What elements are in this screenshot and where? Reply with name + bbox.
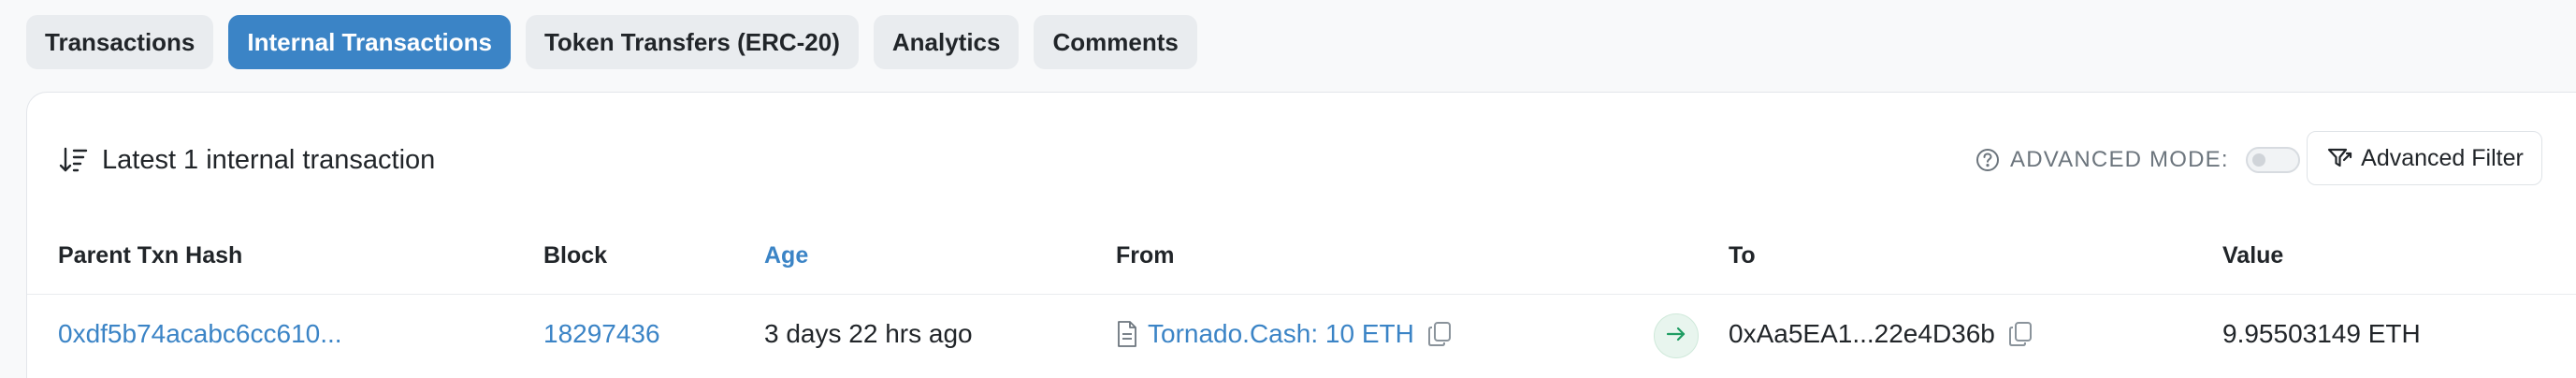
document-icon [1116,320,1140,348]
column-header-to: To [1729,242,1756,269]
card-title: Latest 1 internal transaction [102,144,436,175]
advanced-filter-label: Advanced Filter [2361,144,2524,171]
value-cell: 9.95503149 ETH [2222,319,2421,348]
column-header-from: From [1116,242,1175,269]
direction-badge [1654,313,1699,358]
from-address-link[interactable]: Tornado.Cash: 10 ETH [1148,319,1414,349]
column-header-parent-txn-hash: Parent Txn Hash [58,242,243,269]
advanced-filter-button[interactable]: Advanced Filter [2307,131,2542,185]
tab-token-transfers[interactable]: Token Transfers (ERC-20) [525,15,859,69]
filter-icon [2325,144,2353,172]
advanced-mode-control: ADVANCED MODE: [1975,141,2300,179]
column-header-value: Value [2222,242,2284,269]
block-number-link[interactable]: 18297436 [543,315,660,353]
tab-analytics[interactable]: Analytics [873,15,1020,69]
copy-icon[interactable] [2006,320,2034,348]
question-circle-icon[interactable] [1975,147,2001,173]
parent-txn-hash-link[interactable]: 0xdf5b74acabc6cc610... [58,315,342,353]
column-header-block: Block [543,242,608,269]
toggle-knob [2251,153,2265,167]
age-cell: 3 days 22 hrs ago [764,319,973,348]
tab-internal-transactions[interactable]: Internal Transactions [228,15,511,69]
advanced-mode-toggle[interactable] [2245,147,2300,173]
table-header-divider [27,294,2576,295]
card-header: Latest 1 internal transaction [57,141,435,179]
sort-descending-icon [57,143,91,177]
tab-comments[interactable]: Comments [1034,15,1197,69]
internal-transactions-card: Latest 1 internal transaction ADVANCED M… [26,92,2576,378]
copy-icon[interactable] [1425,320,1454,348]
column-header-age[interactable]: Age [764,242,808,269]
to-address[interactable]: 0xAa5EA1...22e4D36b [1729,319,1995,349]
advanced-mode-label: ADVANCED MODE: [2010,147,2229,172]
tab-transactions[interactable]: Transactions [26,15,214,69]
from-cell: Tornado.Cash: 10 ETH [1116,315,1454,353]
arrow-right-icon [1664,322,1688,351]
to-cell: 0xAa5EA1...22e4D36b [1729,315,2034,353]
tab-bar: Transactions Internal Transactions Token… [26,15,1197,69]
